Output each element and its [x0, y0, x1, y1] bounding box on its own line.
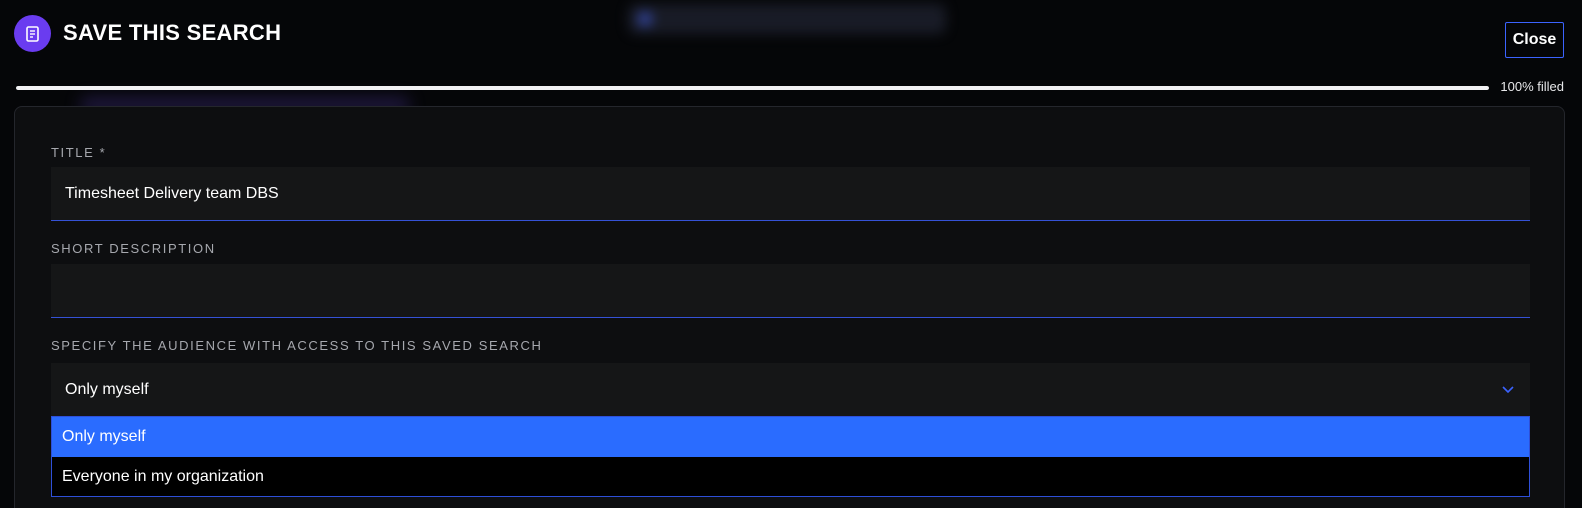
- audience-option-label: Only myself: [62, 428, 146, 445]
- audience-option-everyone[interactable]: Everyone in my organization: [52, 457, 1529, 497]
- progress-bar-fill: [16, 86, 1489, 90]
- blurred-background-search-bar: [628, 4, 946, 34]
- progress-bar: [16, 86, 1489, 90]
- title-field-label: TITLE *: [51, 145, 107, 160]
- progress-label: 100% filled: [1500, 79, 1564, 94]
- audience-select[interactable]: Only myself: [51, 363, 1530, 416]
- save-search-dialog: SAVE THIS SEARCH Close 100% filled TITLE…: [0, 0, 1582, 508]
- chevron-down-icon: [1502, 386, 1514, 394]
- title-input[interactable]: [51, 167, 1530, 221]
- close-button[interactable]: Close: [1505, 22, 1564, 58]
- audience-field-label: SPECIFY THE AUDIENCE WITH ACCESS TO THIS…: [51, 338, 543, 353]
- audience-option-label: Everyone in my organization: [62, 468, 264, 485]
- saved-search-icon-glyph: [25, 25, 39, 42]
- page-title: SAVE THIS SEARCH: [63, 20, 282, 45]
- audience-option-only-myself[interactable]: Only myself: [52, 417, 1529, 457]
- saved-search-icon: [14, 15, 51, 52]
- description-field-label: SHORT DESCRIPTION: [51, 241, 216, 256]
- description-input[interactable]: [51, 264, 1530, 318]
- audience-select-value: Only myself: [65, 380, 149, 398]
- audience-dropdown-list: Only myself Everyone in my organization: [51, 416, 1530, 497]
- blurred-background-dot: [638, 12, 652, 26]
